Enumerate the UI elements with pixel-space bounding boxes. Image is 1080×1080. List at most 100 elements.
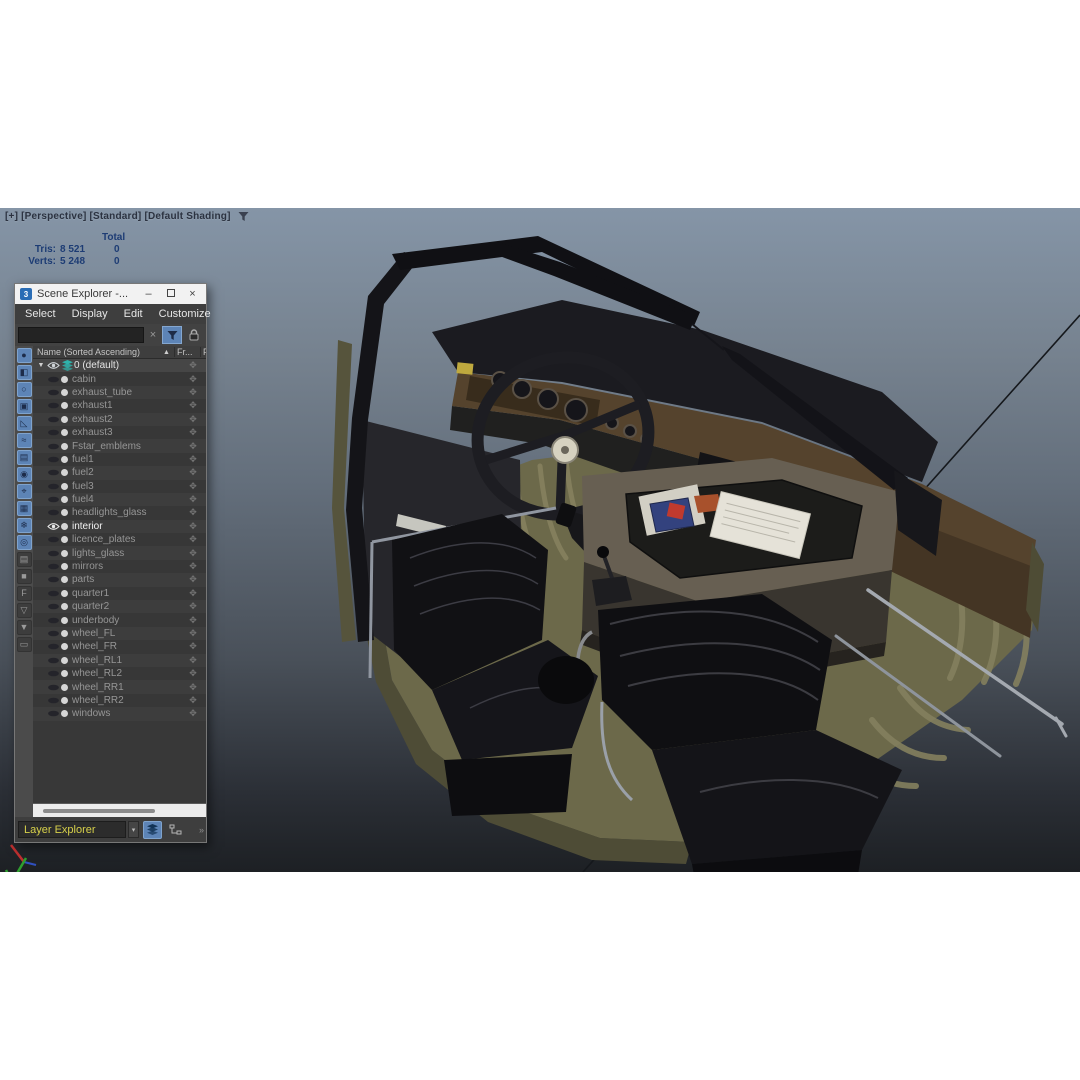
- menu-edit[interactable]: Edit: [116, 308, 151, 320]
- render-toggle-dot[interactable]: [61, 697, 68, 704]
- object-row[interactable]: interior✥: [33, 520, 206, 533]
- frozen-column-icon[interactable]: ✥: [180, 494, 206, 505]
- object-row[interactable]: fuel4✥: [33, 493, 206, 506]
- frozen-column-icon[interactable]: ✥: [180, 427, 206, 438]
- eye-closed-icon[interactable]: [47, 669, 60, 678]
- object-row[interactable]: fuel3✥: [33, 480, 206, 493]
- viewport-label-text[interactable]: [+] [Perspective] [Standard] [Default Sh…: [5, 211, 231, 222]
- frozen-column-icon[interactable]: ✥: [180, 588, 206, 599]
- render-toggle-dot[interactable]: [61, 603, 68, 610]
- column-header-row[interactable]: Name (Sorted Ascending) ▲ Fr... P: [33, 346, 206, 359]
- render-toggle-dot[interactable]: [61, 523, 68, 530]
- frozen-column-icon[interactable]: ✥: [180, 695, 206, 706]
- eye-closed-icon[interactable]: [47, 415, 60, 424]
- render-toggle-dot[interactable]: [61, 402, 68, 409]
- scene-explorer-titlebar[interactable]: 3 Scene Explorer -... – ×: [15, 284, 206, 304]
- eye-open-icon[interactable]: [47, 361, 60, 370]
- column-header-name[interactable]: Name (Sorted Ascending): [37, 347, 163, 357]
- frozen-column-icon[interactable]: ✥: [180, 682, 206, 693]
- eye-closed-icon[interactable]: [47, 656, 60, 665]
- display-lights-icon[interactable]: ○: [17, 382, 32, 397]
- frozen-column-icon[interactable]: ✥: [180, 561, 206, 572]
- eye-closed-icon[interactable]: [47, 535, 60, 544]
- render-toggle-dot[interactable]: [61, 536, 68, 543]
- column-header-partial[interactable]: P: [200, 347, 206, 357]
- frozen-column-icon[interactable]: ✥: [180, 601, 206, 612]
- eye-closed-icon[interactable]: [47, 442, 60, 451]
- search-clear-icon[interactable]: ×: [147, 329, 159, 341]
- render-toggle-dot[interactable]: [61, 416, 68, 423]
- render-toggle-dot[interactable]: [61, 429, 68, 436]
- eye-open-icon[interactable]: [47, 522, 60, 531]
- maximize-button[interactable]: [162, 285, 179, 303]
- eye-closed-icon[interactable]: [47, 589, 60, 598]
- render-toggle-dot[interactable]: [61, 630, 68, 637]
- object-row[interactable]: lights_glass✥: [33, 546, 206, 559]
- eye-closed-icon[interactable]: [47, 629, 60, 638]
- render-toggle-dot[interactable]: [61, 496, 68, 503]
- eye-closed-icon[interactable]: [47, 482, 60, 491]
- frozen-column-icon[interactable]: ✥: [180, 708, 206, 719]
- frozen-box-icon[interactable]: F: [17, 586, 32, 601]
- render-toggle-dot[interactable]: [61, 576, 68, 583]
- render-toggle-dot[interactable]: [61, 670, 68, 677]
- frozen-column-icon[interactable]: ✥: [180, 548, 206, 559]
- object-row[interactable]: headlights_glass✥: [33, 506, 206, 519]
- render-toggle-dot[interactable]: [61, 550, 68, 557]
- display-geometry-icon[interactable]: ●: [17, 348, 32, 363]
- display-containers-icon[interactable]: ▦: [17, 501, 32, 516]
- selector-dropdown-arrow[interactable]: ▾: [128, 821, 139, 838]
- menu-display[interactable]: Display: [64, 308, 116, 320]
- frozen-column-icon[interactable]: ✥: [180, 521, 206, 532]
- eye-closed-icon[interactable]: [47, 696, 60, 705]
- expand-caret-icon[interactable]: ▼: [36, 362, 46, 369]
- menu-customize[interactable]: Customize: [151, 308, 219, 320]
- eye-closed-icon[interactable]: [47, 508, 60, 517]
- eye-closed-icon[interactable]: [47, 468, 60, 477]
- render-toggle-dot[interactable]: [61, 483, 68, 490]
- object-row[interactable]: exhaust3✥: [33, 426, 206, 439]
- object-row[interactable]: exhaust2✥: [33, 413, 206, 426]
- filter-icon[interactable]: ▼: [17, 620, 32, 635]
- viewport-canvas[interactable]: [+] [Perspective] [Standard] [Default Sh…: [0, 208, 1080, 872]
- frozen-column-icon[interactable]: ✥: [180, 628, 206, 639]
- render-toggle-dot[interactable]: [61, 469, 68, 476]
- viewport-label[interactable]: [+] [Perspective] [Standard] [Default Sh…: [5, 211, 249, 222]
- object-row[interactable]: fuel1✥: [33, 453, 206, 466]
- object-row[interactable]: cabin✥: [33, 372, 206, 385]
- display-bones-icon[interactable]: ⌖: [17, 484, 32, 499]
- object-row[interactable]: licence_plates✥: [33, 533, 206, 546]
- eye-closed-icon[interactable]: [47, 616, 60, 625]
- object-row[interactable]: wheel_RL1✥: [33, 654, 206, 667]
- eye-closed-icon[interactable]: [47, 401, 60, 410]
- frozen-column-icon[interactable]: ✥: [180, 668, 206, 679]
- hierarchy-view-button[interactable]: [166, 821, 185, 839]
- frozen-column-icon[interactable]: ✥: [180, 374, 206, 385]
- object-row[interactable]: wheel_RL2✥: [33, 667, 206, 680]
- eye-closed-icon[interactable]: [47, 562, 60, 571]
- eye-closed-icon[interactable]: [47, 428, 60, 437]
- object-row[interactable]: underbody✥: [33, 613, 206, 626]
- object-row[interactable]: wheel_RR1✥: [33, 680, 206, 693]
- frozen-column-icon[interactable]: ✥: [180, 467, 206, 478]
- frozen-column-icon[interactable]: ✥: [180, 655, 206, 666]
- object-row[interactable]: exhaust_tube✥: [33, 386, 206, 399]
- display-space-warps-icon[interactable]: ≈: [17, 433, 32, 448]
- eye-closed-icon[interactable]: [47, 642, 60, 651]
- eye-closed-icon[interactable]: [47, 549, 60, 558]
- display-xrefs-icon[interactable]: ◉: [17, 467, 32, 482]
- object-row[interactable]: wheel_RR2✥: [33, 694, 206, 707]
- display-groups-icon[interactable]: ▤: [17, 450, 32, 465]
- eye-closed-icon[interactable]: [47, 683, 60, 692]
- frozen-column-icon[interactable]: ✥: [180, 615, 206, 626]
- render-toggle-dot[interactable]: [61, 710, 68, 717]
- list-view-icon[interactable]: ▤: [17, 552, 32, 567]
- explorer-type-selector[interactable]: Layer Explorer: [18, 821, 126, 838]
- layers-view-button[interactable]: [143, 821, 162, 839]
- display-cameras-icon[interactable]: ▣: [17, 399, 32, 414]
- object-row[interactable]: wheel_FL✥: [33, 627, 206, 640]
- frozen-column-icon[interactable]: ✥: [180, 641, 206, 652]
- render-toggle-dot[interactable]: [61, 643, 68, 650]
- lock-button[interactable]: [185, 326, 203, 344]
- menu-select[interactable]: Select: [17, 308, 64, 320]
